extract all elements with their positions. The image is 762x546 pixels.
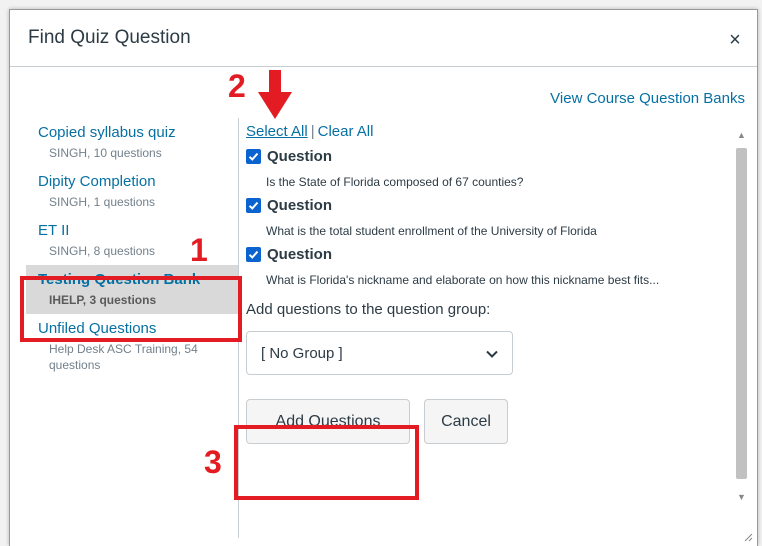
clear-all-link[interactable]: Clear All [318, 123, 374, 140]
checkbox-checked-icon[interactable] [246, 198, 261, 213]
question-label: Question [267, 197, 333, 214]
question-item: Question Is the State of Florida compose… [246, 148, 731, 189]
selected-group: [ No Group ] [261, 344, 343, 362]
close-icon[interactable]: × [725, 30, 745, 50]
annotation-number-3: 3 [204, 444, 222, 480]
question-label: Question [267, 246, 333, 263]
annotation-box-bank [20, 276, 242, 342]
scrollbar-thumb[interactable] [736, 148, 747, 479]
bank-name: Copied syllabus quiz [38, 124, 176, 141]
annotation-number-2: 2 [228, 68, 246, 104]
selection-links: Select All | Clear All [246, 123, 731, 140]
view-course-question-banks-link[interactable]: View Course Question Banks [550, 90, 745, 107]
question-label: Question [267, 148, 333, 165]
chevron-down-icon [486, 345, 498, 362]
arrow-down-icon [258, 70, 292, 119]
dialog-titlebar: Find Quiz Question × [10, 10, 757, 67]
bank-meta: Help Desk ASC Training, 54 questions [49, 342, 198, 372]
question-group-label: Add questions to the question group: [246, 301, 491, 318]
question-text: What is Florida's nickname and elaborate… [266, 273, 660, 287]
question-item: Question What is Florida's nickname and … [246, 246, 731, 287]
question-text: What is the total student enrollment of … [266, 224, 597, 238]
bank-item-copied-syllabus-quiz[interactable]: Copied syllabus quiz SINGH, 10 questions [26, 118, 238, 167]
scroll-down-icon[interactable]: ▼ [737, 492, 746, 502]
resize-handle-icon[interactable] [743, 532, 753, 542]
cancel-button[interactable]: Cancel [424, 399, 508, 444]
bank-meta: SINGH, 1 questions [49, 195, 156, 209]
question-group-select[interactable]: [ No Group ] [246, 331, 513, 375]
annotation-box-add-button [234, 425, 419, 500]
link-separator: | [310, 123, 315, 140]
question-item: Question What is the total student enrol… [246, 197, 731, 238]
bank-meta: SINGH, 10 questions [49, 146, 162, 160]
select-all-link[interactable]: Select All [246, 123, 308, 140]
question-text: Is the State of Florida composed of 67 c… [266, 175, 524, 189]
bank-name: Dipity Completion [38, 173, 156, 190]
checkbox-checked-icon[interactable] [246, 149, 261, 164]
scroll-up-icon[interactable]: ▲ [737, 130, 746, 140]
annotation-number-1: 1 [190, 232, 208, 268]
scrollbar[interactable]: ▲ ▼ [734, 130, 750, 502]
checkbox-checked-icon[interactable] [246, 247, 261, 262]
dialog-title: Find Quiz Question [28, 27, 191, 48]
bank-item-dipity-completion[interactable]: Dipity Completion SINGH, 1 questions [26, 167, 238, 216]
